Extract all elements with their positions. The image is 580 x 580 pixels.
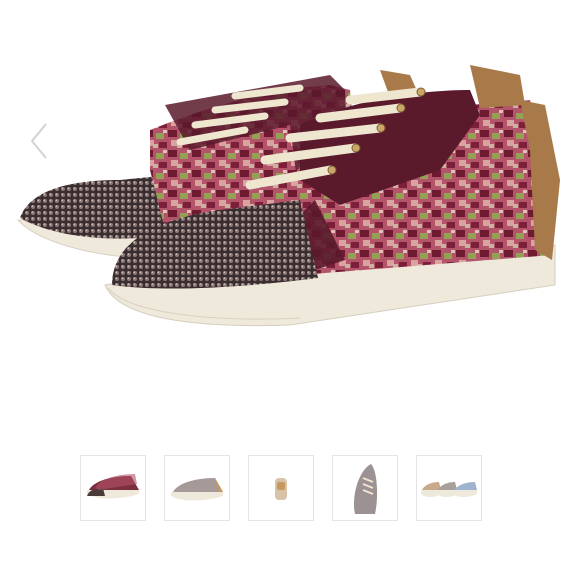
- thumbnail-image: [171, 478, 223, 501]
- thumbnail-5[interactable]: [416, 455, 482, 521]
- main-product-image: [16, 65, 560, 327]
- thumbnail-3[interactable]: [248, 455, 314, 521]
- thumbnail-image: [275, 478, 287, 500]
- thumbnail-image: [87, 474, 139, 499]
- thumbnail-image: [353, 464, 378, 514]
- thumbnail-strip: [0, 455, 580, 525]
- thumbnail-4[interactable]: [332, 455, 398, 521]
- product-image-viewer: [0, 0, 580, 430]
- thumbnail-image: [421, 482, 477, 497]
- thumbnail-2[interactable]: [164, 455, 230, 521]
- thumbnail-1[interactable]: [80, 455, 146, 521]
